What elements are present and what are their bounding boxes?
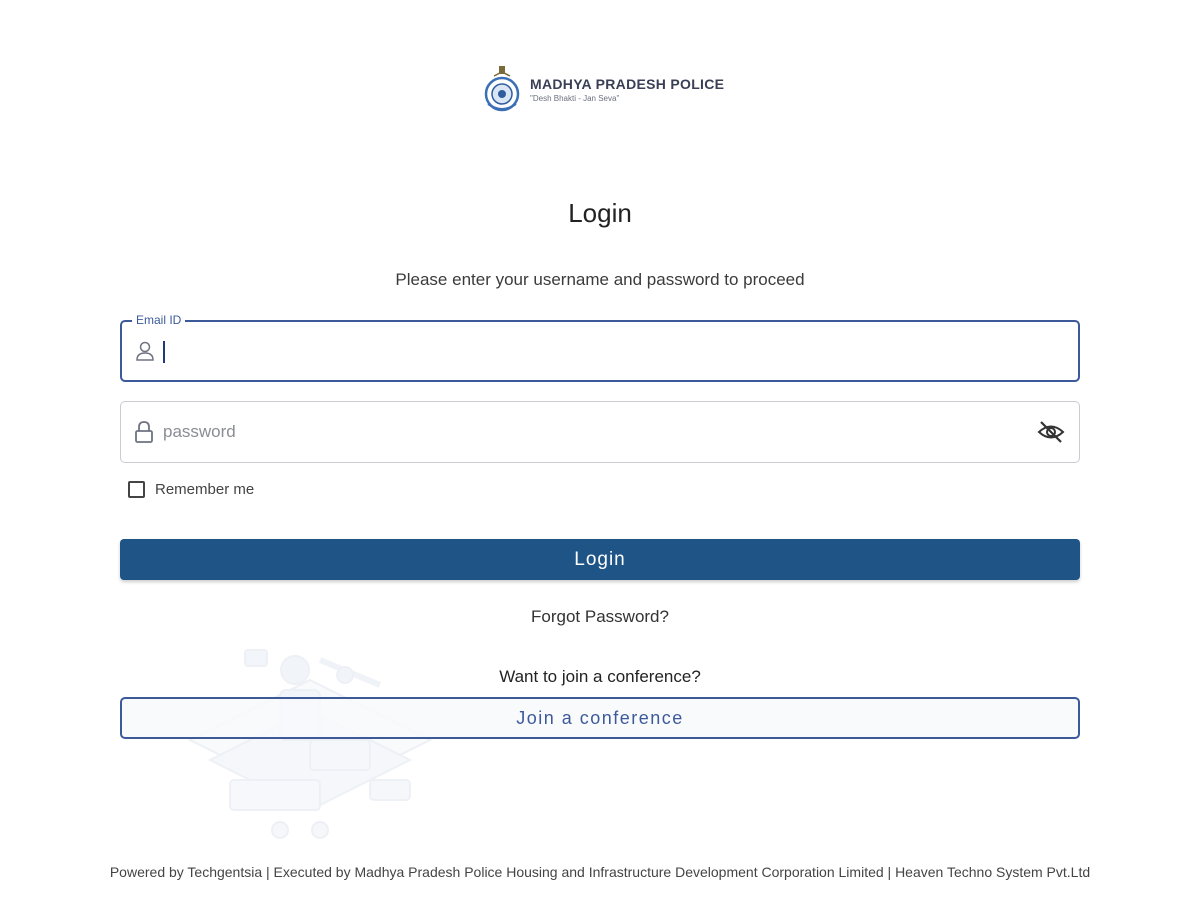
brand-motto: "Desh Bhakti - Jan Seva" (530, 93, 620, 103)
login-button[interactable]: Login (120, 539, 1080, 580)
remember-me[interactable]: Remember me (128, 481, 254, 498)
lock-icon (135, 421, 153, 443)
user-icon (136, 341, 154, 361)
footer-credits: Powered by Techgentsia | Executed by Mad… (109, 864, 1091, 880)
email-field[interactable]: Email ID (120, 313, 1080, 382)
login-page: MADHYA PRADESH POLICE "Desh Bhakti - Jan… (0, 0, 1200, 900)
login-title: Login (568, 198, 632, 228)
text-cursor (163, 341, 165, 363)
email-input[interactable] (164, 322, 1028, 380)
brand-text: MADHYA PRADESH POLICE "Desh Bhakti - Jan… (530, 76, 724, 103)
conference-prompt: Want to join a conference? (499, 667, 701, 686)
eye-off-icon[interactable] (1037, 420, 1065, 444)
login-subtitle: Please enter your username and password … (395, 270, 805, 289)
background-illustration (187, 649, 433, 839)
password-input[interactable] (163, 402, 1029, 462)
join-conference-button[interactable]: Join a conference (120, 697, 1080, 739)
remember-me-checkbox[interactable] (128, 481, 145, 498)
police-emblem-icon (484, 66, 520, 112)
brand-name: MADHYA PRADESH POLICE (530, 75, 725, 92)
password-field[interactable] (120, 401, 1080, 463)
forgot-password-link[interactable]: Forgot Password? (0, 607, 1200, 627)
brand-header: MADHYA PRADESH POLICE "Desh Bhakti - Jan… (482, 64, 724, 114)
remember-me-label: Remember me (155, 481, 255, 498)
